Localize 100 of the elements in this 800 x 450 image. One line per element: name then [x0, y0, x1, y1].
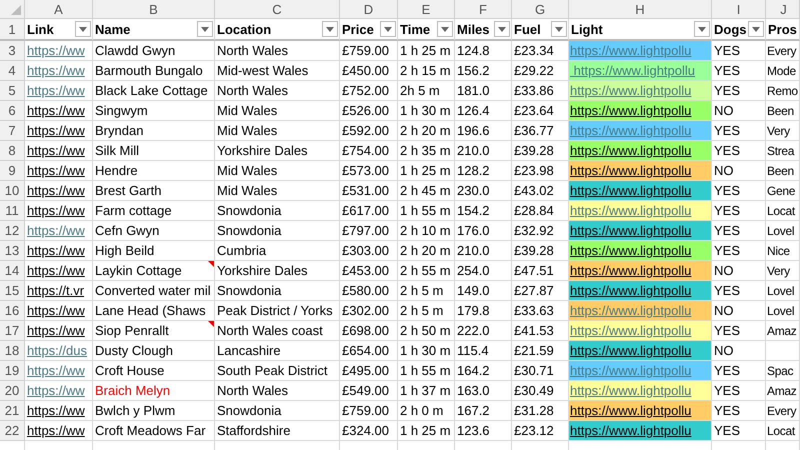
link[interactable]: https://www.lightpollu: [570, 183, 692, 198]
table-cell: Yorkshire Dales: [215, 141, 340, 161]
table-cell: £495.00: [340, 361, 398, 381]
column-header[interactable]: F: [455, 0, 512, 19]
link[interactable]: https://www.lightpollu: [570, 203, 692, 218]
link[interactable]: https://www.lightpollu: [570, 103, 692, 118]
link[interactable]: https://www.lightpollu: [570, 223, 692, 238]
link[interactable]: https://www.lightpollu: [570, 383, 692, 398]
table-cell: Staffordshire: [215, 421, 340, 441]
row-header[interactable]: 19: [0, 361, 25, 381]
column-header[interactable]: I: [712, 0, 766, 19]
table-cell: £526.00: [340, 101, 398, 121]
link[interactable]: https://ww: [27, 163, 85, 178]
link[interactable]: https://www.lightpollu: [570, 163, 692, 178]
link[interactable]: https://www.lightpollu: [570, 243, 692, 258]
link[interactable]: https://www.lightpollu: [570, 263, 692, 278]
column-header[interactable]: H: [569, 0, 712, 19]
link[interactable]: https://ww: [27, 203, 85, 218]
table-cell: Lovel: [766, 221, 800, 241]
link[interactable]: https://www.lightpollu: [570, 83, 692, 98]
filter-button[interactable]: [322, 21, 338, 37]
row-header[interactable]: 16: [0, 301, 25, 321]
link[interactable]: https://ww: [27, 123, 85, 138]
column-title: Miles: [457, 22, 490, 36]
filter-button[interactable]: [75, 21, 91, 37]
row-header[interactable]: 7: [0, 121, 25, 141]
link[interactable]: https://ww: [27, 303, 85, 318]
row-header[interactable]: 13: [0, 241, 25, 261]
row-header[interactable]: 14: [0, 261, 25, 281]
link[interactable]: https://ww: [27, 423, 85, 438]
link[interactable]: https://ww: [27, 183, 85, 198]
row-header[interactable]: 6: [0, 101, 25, 121]
filter-button[interactable]: [197, 21, 213, 37]
row-header[interactable]: 5: [0, 81, 25, 101]
link[interactable]: https://ww: [27, 43, 85, 58]
row-header[interactable]: 9: [0, 161, 25, 181]
link[interactable]: https://www.lightpollu: [570, 403, 692, 418]
column-header[interactable]: J: [766, 0, 800, 19]
table-cell: YES: [712, 221, 766, 241]
table-cell: NO: [712, 301, 766, 321]
filter-button[interactable]: [494, 21, 510, 37]
link[interactable]: https://t.vr: [27, 283, 84, 298]
link[interactable]: https://ww: [27, 243, 85, 258]
column-header[interactable]: D: [340, 0, 398, 19]
link[interactable]: https://www.lightpollu: [570, 63, 696, 78]
link[interactable]: https://ww: [27, 323, 85, 338]
table-cell: £654.00: [340, 341, 398, 361]
table-cell: 128.2: [455, 161, 512, 181]
row-header[interactable]: 8: [0, 141, 25, 161]
table-cell: Mid-west Wales: [215, 61, 340, 81]
column-header[interactable]: B: [93, 0, 215, 19]
row-header[interactable]: 1: [0, 19, 25, 41]
column-header[interactable]: C: [215, 0, 340, 19]
column-title: Dogs: [714, 22, 746, 36]
link[interactable]: https://ww: [27, 103, 85, 118]
link[interactable]: https://dus: [27, 343, 87, 358]
row-header[interactable]: 15: [0, 281, 25, 301]
table-cell: NO: [712, 161, 766, 181]
filter-button[interactable]: [380, 21, 396, 37]
link[interactable]: https://www.lightpollu: [570, 143, 692, 158]
row-header[interactable]: 20: [0, 381, 25, 401]
table-cell: £759.00: [340, 41, 398, 61]
link[interactable]: https://ww: [27, 63, 85, 78]
table-cell: £797.00: [340, 221, 398, 241]
link[interactable]: https://www.lightpollu: [570, 423, 692, 438]
column-header[interactable]: E: [398, 0, 455, 19]
filter-button[interactable]: [551, 21, 567, 37]
row-header[interactable]: 21: [0, 401, 25, 421]
link[interactable]: https://ww: [27, 383, 85, 398]
filter-button[interactable]: [748, 21, 764, 37]
filter-button[interactable]: [437, 21, 453, 37]
table-cell: £303.00: [340, 241, 398, 261]
row-header[interactable]: 18: [0, 341, 25, 361]
link[interactable]: https://www.lightpollu: [570, 323, 692, 338]
table-cell: 123.6: [455, 421, 512, 441]
table-cell: 163.0: [455, 381, 512, 401]
row-header[interactable]: 11: [0, 201, 25, 221]
table-cell: YES: [712, 281, 766, 301]
link[interactable]: https://ww: [27, 363, 85, 378]
link[interactable]: https://www.lightpollu: [570, 343, 692, 358]
table-cell: £580.00: [340, 281, 398, 301]
row-header[interactable]: 3: [0, 41, 25, 61]
column-header[interactable]: G: [512, 0, 569, 19]
link[interactable]: https://ww: [27, 403, 85, 418]
column-header[interactable]: A: [25, 0, 93, 19]
column-title: Time: [400, 22, 430, 36]
row-header[interactable]: 12: [0, 221, 25, 241]
column-title: Light: [571, 22, 603, 36]
row-header[interactable]: 4: [0, 61, 25, 81]
link[interactable]: https://ww: [27, 263, 85, 278]
link[interactable]: https://ww: [27, 83, 85, 98]
row-header[interactable]: 22: [0, 421, 25, 441]
row-header[interactable]: 17: [0, 321, 25, 341]
table-cell: Braich Melyn: [93, 381, 215, 401]
table-cell: 2h 5 m: [398, 81, 455, 101]
link[interactable]: https://ww: [27, 223, 85, 238]
link[interactable]: https://www.lightpollu: [570, 283, 692, 298]
row-header[interactable]: 10: [0, 181, 25, 201]
filter-button[interactable]: [694, 21, 710, 37]
link[interactable]: https://ww: [27, 143, 85, 158]
